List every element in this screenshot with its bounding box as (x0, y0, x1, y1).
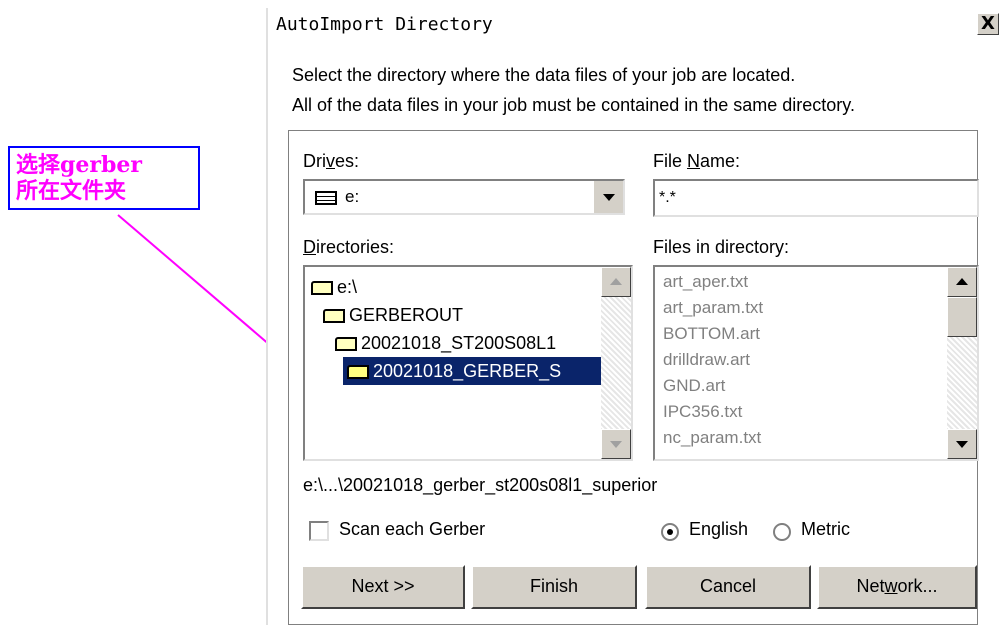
metric-label: Metric (801, 519, 850, 539)
dir-item-gerberout[interactable]: GERBEROUT (323, 301, 463, 329)
instruction-line-2: All of the data files in your job must b… (292, 95, 855, 115)
next-button[interactable]: Next >> (301, 565, 465, 609)
drive-icon (315, 190, 337, 205)
directories-scrollbar[interactable] (601, 267, 631, 459)
scroll-down-button[interactable] (947, 429, 977, 459)
files-scrollbar[interactable] (947, 267, 977, 459)
file-name-label: File Name: (653, 151, 741, 171)
scan-each-gerber-label: Scan each Gerber (339, 519, 486, 539)
scroll-thumb[interactable] (947, 297, 977, 337)
files-list[interactable]: art_aper.txt art_param.txt BOTTOM.art dr… (653, 265, 979, 461)
scroll-up-button[interactable] (601, 267, 631, 297)
drives-dropdown-button[interactable] (593, 181, 623, 213)
annotation-line-1: 选择gerber (16, 152, 142, 178)
metric-radio[interactable] (773, 523, 791, 541)
dir-item-gerber-selected[interactable]: 20021018_GERBER_S (343, 357, 602, 385)
folder-open-icon (311, 281, 333, 296)
current-path: e:\...\20021018_gerber_st200s08l1_superi… (303, 475, 658, 495)
file-item[interactable]: IPC356.txt (663, 399, 742, 425)
chevron-down-icon (603, 194, 615, 201)
dir-item-root[interactable]: e:\ (311, 273, 357, 301)
english-label: English (689, 519, 749, 539)
instruction-line-1: Select the directory where the data file… (292, 65, 796, 85)
file-item[interactable]: BOTTOM.art (663, 321, 760, 347)
file-item[interactable]: GND.art (663, 373, 725, 399)
close-button[interactable]: X (977, 13, 999, 35)
file-item[interactable]: drilldraw.art (663, 347, 750, 373)
folder-open-icon (347, 365, 369, 380)
directories-label: Directories: (303, 237, 395, 257)
cancel-button[interactable]: Cancel (645, 565, 811, 609)
file-item[interactable]: art_aper.txt (663, 269, 748, 295)
scan-each-gerber-checkbox[interactable] (309, 521, 329, 541)
annotation-line-2: 所在文件夹 (16, 178, 127, 204)
file-item[interactable]: nc_param.txt (663, 425, 761, 451)
arrow-up-icon (956, 278, 968, 285)
arrow-up-icon (610, 278, 622, 285)
folder-open-icon (323, 309, 345, 324)
files-label: Files in directory: (653, 237, 790, 257)
autoimport-dialog: AutoImport Directory X Select the direct… (266, 8, 999, 625)
english-radio[interactable] (661, 523, 679, 541)
arrow-down-icon (956, 441, 968, 448)
scroll-up-button[interactable] (947, 267, 977, 297)
folder-open-icon (335, 337, 357, 352)
directory-group: Drives: e: File Name: Directories: e:\ G (288, 130, 979, 625)
network-button[interactable]: Network... (817, 565, 977, 609)
finish-button[interactable]: Finish (471, 565, 637, 609)
file-name-input[interactable] (653, 179, 979, 217)
instructions: Select the directory where the data file… (292, 60, 992, 120)
dialog-title: AutoImport Directory (276, 14, 493, 35)
annotation-callout: 选择gerber 所在文件夹 (8, 146, 200, 210)
screenshot-root: 选择gerber 所在文件夹 AutoImport Directory X Se… (0, 0, 999, 625)
arrow-down-icon (610, 441, 622, 448)
file-item[interactable]: art_param.txt (663, 295, 763, 321)
drives-label: Drives: (303, 151, 360, 171)
dialog-titlebar: AutoImport Directory X (268, 8, 999, 42)
drives-combo[interactable]: e: (303, 179, 625, 215)
scroll-down-button[interactable] (601, 429, 631, 459)
drives-value: e: (315, 187, 359, 207)
dir-item-st200s08l1[interactable]: 20021018_ST200S08L1 (335, 329, 556, 357)
directories-list[interactable]: e:\ GERBEROUT 20021018_ST200S08L1 200210… (303, 265, 633, 461)
